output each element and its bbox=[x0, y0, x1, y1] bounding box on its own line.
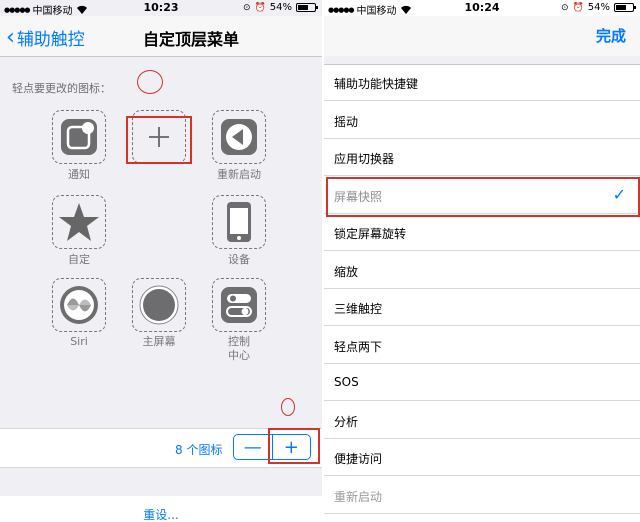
icon-label-siri: Siri bbox=[70, 335, 88, 348]
list-item[interactable]: 应用切换器 bbox=[324, 139, 640, 176]
icon-slot-custom[interactable] bbox=[52, 195, 106, 249]
lock-rotation-icon: ⊙ bbox=[561, 2, 569, 13]
icon-label-notification: 通知 bbox=[68, 168, 90, 181]
icon-label-device: 设备 bbox=[228, 253, 250, 266]
left-screen: ●●●●● 中国移动 10:23 ⊙ ⏰ 54% ‹ 辅助触控 自定顶层菜单 轻… bbox=[0, 0, 322, 522]
list-item-label: 轻点两下 bbox=[334, 339, 383, 354]
done-button[interactable]: 完成 bbox=[596, 25, 626, 46]
control-center-icon bbox=[221, 287, 257, 323]
list-item-label: 摇动 bbox=[334, 114, 359, 129]
hint-text: 轻点要更改的图标： bbox=[12, 82, 111, 95]
list-item[interactable]: 重新启动 bbox=[324, 477, 640, 514]
list-item-label: 锁定屏幕旋转 bbox=[334, 227, 407, 241]
list-item[interactable]: 锁定屏幕旋转 bbox=[324, 214, 640, 251]
annotation-circle-2 bbox=[281, 398, 295, 416]
annotation-circle bbox=[137, 70, 163, 94]
battery-percent: 54% bbox=[587, 2, 610, 13]
icon-label-home: 主屏幕 bbox=[142, 335, 176, 348]
nav-bar: 完成 bbox=[324, 16, 640, 56]
list-item[interactable]: 辅助功能快捷键 bbox=[324, 64, 640, 101]
list-item[interactable]: SOS bbox=[324, 364, 640, 401]
icon-slot-restart[interactable] bbox=[212, 110, 266, 164]
icon-label-custom: 自定 bbox=[68, 253, 90, 266]
icon-slot-siri[interactable] bbox=[52, 278, 106, 332]
lock-rotation-icon: ⊙ bbox=[243, 2, 251, 13]
annotation-box-screenshot bbox=[326, 177, 640, 217]
list-item-label: 三维触控 bbox=[334, 302, 383, 316]
icon-slot-control-center[interactable] bbox=[212, 278, 266, 332]
list-item-label: 便捷访问 bbox=[334, 452, 383, 466]
icon-slot-device[interactable] bbox=[212, 195, 266, 249]
list-item[interactable]: 便捷访问 bbox=[324, 439, 640, 476]
annotation-box-add bbox=[126, 116, 192, 164]
list-item[interactable]: 轻点两下 bbox=[324, 327, 640, 364]
list-item[interactable]: 三维触控 bbox=[324, 289, 640, 326]
notification-icon bbox=[61, 119, 97, 155]
device-icon bbox=[227, 202, 251, 242]
battery-icon bbox=[296, 3, 318, 12]
list-item-label: 应用切换器 bbox=[334, 152, 395, 166]
list-item-label: 重新启动 bbox=[334, 489, 383, 504]
reset-button[interactable]: 重设... bbox=[0, 506, 322, 522]
star-icon bbox=[59, 203, 99, 241]
home-icon bbox=[139, 285, 179, 325]
decrease-button[interactable]: — bbox=[234, 435, 272, 459]
icon-slot-home[interactable] bbox=[132, 278, 186, 332]
nav-bar: ‹ 辅助触控 自定顶层菜单 bbox=[0, 16, 322, 57]
alarm-icon: ⏰ bbox=[254, 2, 266, 13]
list-item[interactable]: 摇动 bbox=[324, 102, 640, 139]
icon-count-label: 8 个图标 bbox=[175, 443, 223, 457]
alarm-icon: ⏰ bbox=[572, 2, 584, 13]
battery-icon bbox=[614, 3, 636, 12]
list-item-label: 分析 bbox=[334, 414, 359, 429]
battery-percent: 54% bbox=[269, 2, 292, 13]
icon-slot-notification[interactable] bbox=[52, 110, 106, 164]
list-item-label: 缩放 bbox=[334, 264, 359, 279]
siri-icon bbox=[60, 286, 98, 324]
list-item-label: SOS bbox=[334, 375, 359, 389]
list-item-label: 辅助功能快捷键 bbox=[334, 77, 419, 91]
list-item[interactable]: 分析 bbox=[324, 402, 640, 439]
annotation-box-plus bbox=[268, 428, 320, 464]
restart-icon bbox=[221, 119, 257, 155]
page-title: 自定顶层菜单 bbox=[142, 30, 239, 49]
list-item[interactable]: 缩放 bbox=[324, 252, 640, 289]
right-screen: ●●●●● 中国移动 10:24 ⊙ ⏰ 54% 完成 辅助功能快捷键 摇动应用切… bbox=[324, 0, 640, 522]
status-bar: ●●●●● 中国移动 10:24 ⊙ ⏰ 54% bbox=[324, 0, 640, 17]
status-bar: ●●●●● 中国移动 10:23 ⊙ ⏰ 54% bbox=[0, 0, 322, 17]
icon-label-control-center: 控制 中心 bbox=[228, 335, 250, 362]
icon-label-restart: 重新启动 bbox=[217, 168, 261, 181]
